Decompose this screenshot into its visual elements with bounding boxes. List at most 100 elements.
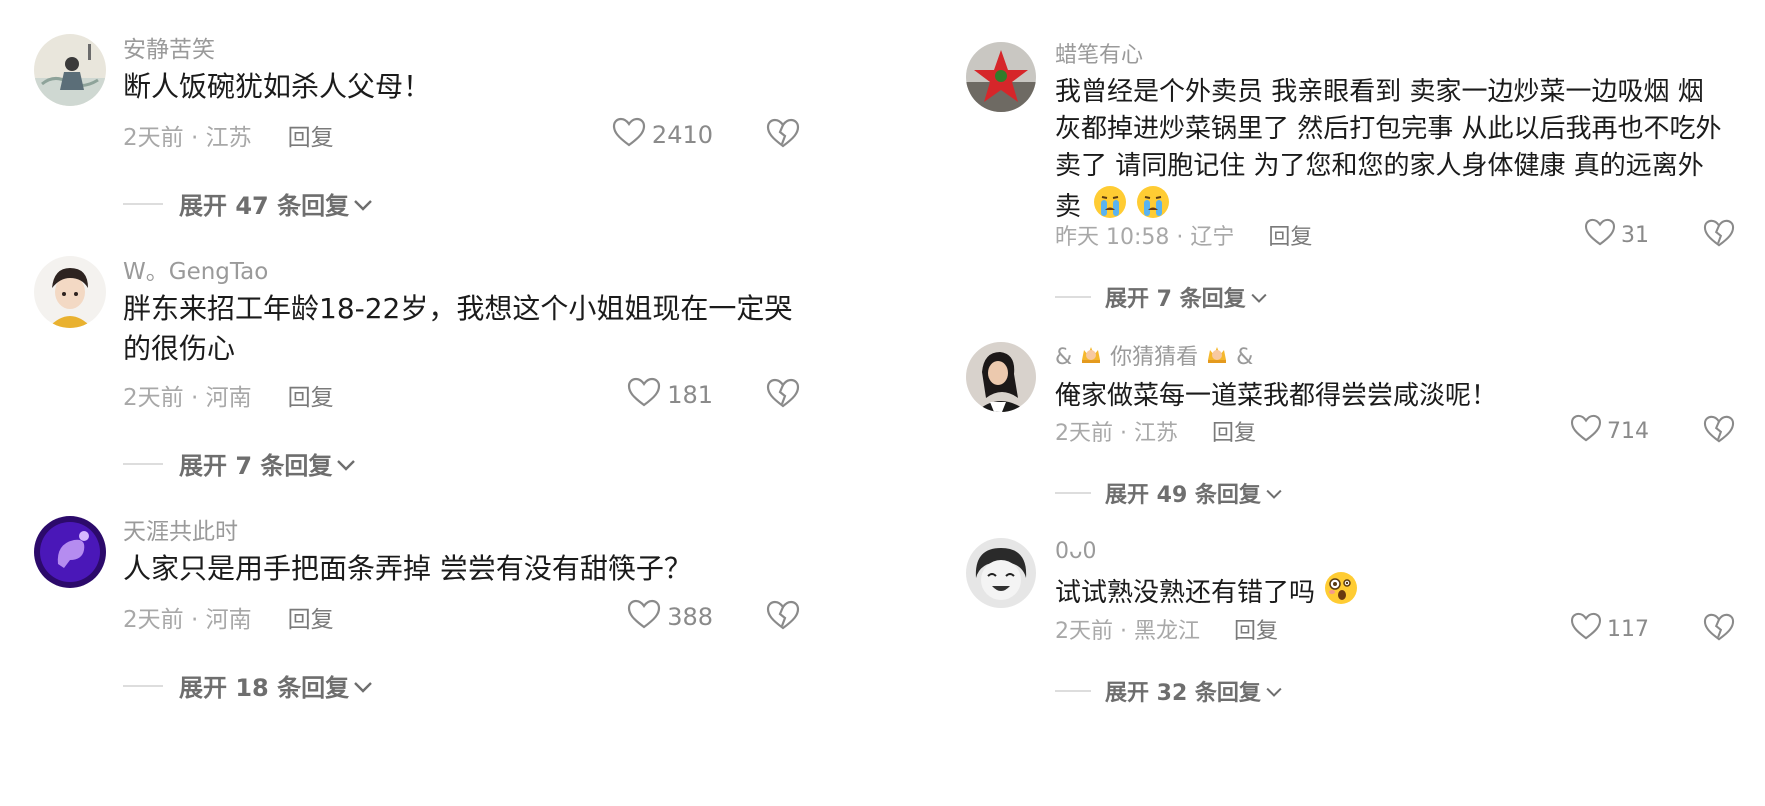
comment-meta: 2天前 · 黑龙江 回复 117: [1055, 612, 1735, 646]
like-button[interactable]: 117: [1570, 612, 1649, 646]
avatar[interactable]: [34, 256, 106, 328]
username[interactable]: 蜡笔有心: [1055, 42, 1735, 70]
chevron-down-icon: [1265, 481, 1283, 506]
comment-text: 俺家做菜每一道菜我都得尝尝咸淡呢！: [1055, 381, 1498, 411]
dislike-button[interactable]: [1703, 414, 1735, 448]
dislike-button[interactable]: [766, 599, 800, 635]
username[interactable]: 天涯共此时: [123, 516, 813, 548]
broken-heart-icon: [766, 378, 800, 413]
comment-content: 0ᴗ0 试试熟没熟还有错了吗 2天前 · 黑龙江 回复 117 展开 32 条回…: [1055, 538, 1735, 706]
reply-button[interactable]: 回复: [288, 600, 334, 634]
username[interactable]: 安静苦笑: [123, 34, 813, 66]
comment-content: W。GengTao 胖东来招工年龄18-22岁，我想这个小姐姐现在一定哭的很伤心…: [123, 256, 813, 480]
like-button[interactable]: 31: [1584, 218, 1649, 252]
expand-replies-button[interactable]: 展开 7 条回复: [1055, 281, 1268, 313]
comment-text: 人家只是用手把面条弄掉 尝尝有没有甜筷子？: [123, 552, 692, 585]
reply-button[interactable]: 回复: [288, 118, 334, 152]
dislike-button[interactable]: [1703, 612, 1735, 646]
heart-icon: [612, 117, 646, 153]
expand-divider: [1055, 492, 1091, 494]
expand-replies-button[interactable]: 展开 47 条回复: [123, 186, 373, 221]
like-count: 714: [1607, 418, 1649, 444]
reply-button[interactable]: 回复: [288, 378, 334, 412]
comment-item: 天涯共此时 人家只是用手把面条弄掉 尝尝有没有甜筷子？ 2天前 · 河南 回复 …: [34, 516, 814, 716]
reply-button[interactable]: 回复: [1268, 219, 1312, 251]
reply-button[interactable]: 回复: [1234, 613, 1278, 645]
like-count: 2410: [651, 121, 713, 149]
comment-content: 蜡笔有心 我曾经是个外卖员 我亲眼看到 卖家一边炒菜一边吸烟 烟灰都掉进炒菜锅里…: [1055, 42, 1735, 312]
username[interactable]: 0ᴗ0: [1055, 538, 1735, 566]
chevron-down-icon: [1250, 285, 1268, 310]
like-count: 117: [1607, 616, 1649, 642]
avatar[interactable]: [966, 342, 1036, 412]
expand-replies-label: 展开 47 条回复: [179, 192, 350, 220]
comment-meta: 昨天 10:58 · 辽宁 回复 31: [1055, 218, 1735, 252]
expand-divider: [1055, 690, 1091, 692]
like-button[interactable]: 388: [627, 599, 713, 635]
heart-icon: [1570, 414, 1602, 448]
expand-divider: [123, 684, 163, 687]
like-button[interactable]: 181: [627, 377, 713, 413]
like-count: 31: [1621, 222, 1649, 248]
comment-text: 断人饭碗犹如杀人父母！: [123, 70, 432, 103]
username[interactable]: W。GengTao: [123, 256, 813, 288]
avatar[interactable]: [966, 538, 1036, 608]
broken-heart-icon: [1703, 613, 1735, 646]
broken-heart-icon: [766, 600, 800, 635]
comment-meta: 2天前 · 河南 回复 181: [123, 377, 813, 413]
like-button[interactable]: 2410: [612, 117, 713, 153]
comment-time-location: 2天前 · 河南: [123, 607, 252, 633]
like-count: 388: [667, 603, 713, 631]
avatar[interactable]: [34, 516, 106, 588]
expand-replies-label: 展开 7 条回复: [179, 452, 333, 480]
comment-text: 试试熟没熟还有错了吗: [1055, 570, 1735, 617]
expand-replies-button[interactable]: 展开 49 条回复: [1055, 477, 1283, 509]
comment-time-location: 昨天 10:58 · 辽宁: [1055, 225, 1235, 250]
heart-icon: [1584, 218, 1616, 252]
avatar[interactable]: [34, 34, 106, 106]
comment-content: & 你猜猜看 & 俺家做菜每一道菜我都得尝尝咸淡呢！ 2天前 · 江苏 回复 7…: [1055, 342, 1735, 508]
comment-item: 安静苦笑 断人饭碗犹如杀人父母！ 2天前 · 江苏 回复 2410 展开 47 …: [34, 34, 814, 234]
chevron-down-icon: [353, 190, 373, 218]
expand-divider: [123, 202, 163, 205]
username-prefix: &: [1055, 345, 1073, 370]
astonished-face-emoji: [1323, 570, 1359, 617]
comment-meta: 2天前 · 江苏 回复 2410: [123, 117, 813, 153]
comment-content: 安静苦笑 断人饭碗犹如杀人父母！ 2天前 · 江苏 回复 2410 展开 47 …: [123, 34, 813, 220]
chevron-down-icon: [353, 672, 373, 700]
expand-divider: [123, 462, 163, 465]
comment-time-location: 2天前 · 黑龙江: [1055, 619, 1200, 644]
comment-item: & 你猜猜看 & 俺家做菜每一道菜我都得尝尝咸淡呢！ 2天前 · 江苏 回复 7…: [966, 342, 1736, 532]
comment-time-location: 2天前 · 江苏: [1055, 421, 1178, 446]
expand-replies-button[interactable]: 展开 18 条回复: [123, 668, 373, 703]
broken-heart-icon: [766, 118, 800, 153]
username[interactable]: & 你猜猜看 &: [1055, 342, 1735, 374]
crown-icon: [1205, 342, 1229, 374]
dislike-button[interactable]: [766, 117, 800, 153]
username-text: 你猜猜看: [1110, 345, 1199, 370]
heart-icon: [627, 377, 661, 413]
crown-icon: [1079, 342, 1103, 374]
like-button[interactable]: 714: [1570, 414, 1649, 448]
reply-button[interactable]: 回复: [1212, 415, 1256, 447]
comment-text: 胖东来招工年龄18-22岁，我想这个小姐姐现在一定哭的很伤心: [123, 292, 793, 365]
avatar[interactable]: [966, 42, 1036, 112]
comment-text: 我曾经是个外卖员 我亲眼看到 卖家一边炒菜一边吸烟 烟灰都掉进炒菜锅里了 然后打…: [1055, 74, 1727, 230]
comment-meta: 2天前 · 江苏 回复 714: [1055, 414, 1735, 448]
expand-replies-button[interactable]: 展开 7 条回复: [123, 446, 356, 481]
dislike-button[interactable]: [766, 377, 800, 413]
expand-divider: [1055, 296, 1091, 298]
username-suffix: &: [1236, 345, 1254, 370]
comment-item: 蜡笔有心 我曾经是个外卖员 我亲眼看到 卖家一边炒菜一边吸烟 烟灰都掉进炒菜锅里…: [966, 42, 1736, 342]
like-count: 181: [667, 381, 713, 409]
dislike-button[interactable]: [1703, 218, 1735, 252]
expand-replies-label: 展开 49 条回复: [1105, 483, 1261, 508]
comment-item: W。GengTao 胖东来招工年龄18-22岁，我想这个小姐姐现在一定哭的很伤心…: [34, 256, 814, 486]
comment-text-body: 试试熟没熟还有错了吗: [1055, 578, 1316, 608]
chevron-down-icon: [336, 450, 356, 478]
expand-replies-label: 展开 18 条回复: [179, 674, 350, 702]
expand-replies-label: 展开 32 条回复: [1105, 681, 1261, 706]
expand-replies-button[interactable]: 展开 32 条回复: [1055, 675, 1283, 707]
broken-heart-icon: [1703, 415, 1735, 448]
comment-content: 天涯共此时 人家只是用手把面条弄掉 尝尝有没有甜筷子？ 2天前 · 河南 回复 …: [123, 516, 813, 702]
